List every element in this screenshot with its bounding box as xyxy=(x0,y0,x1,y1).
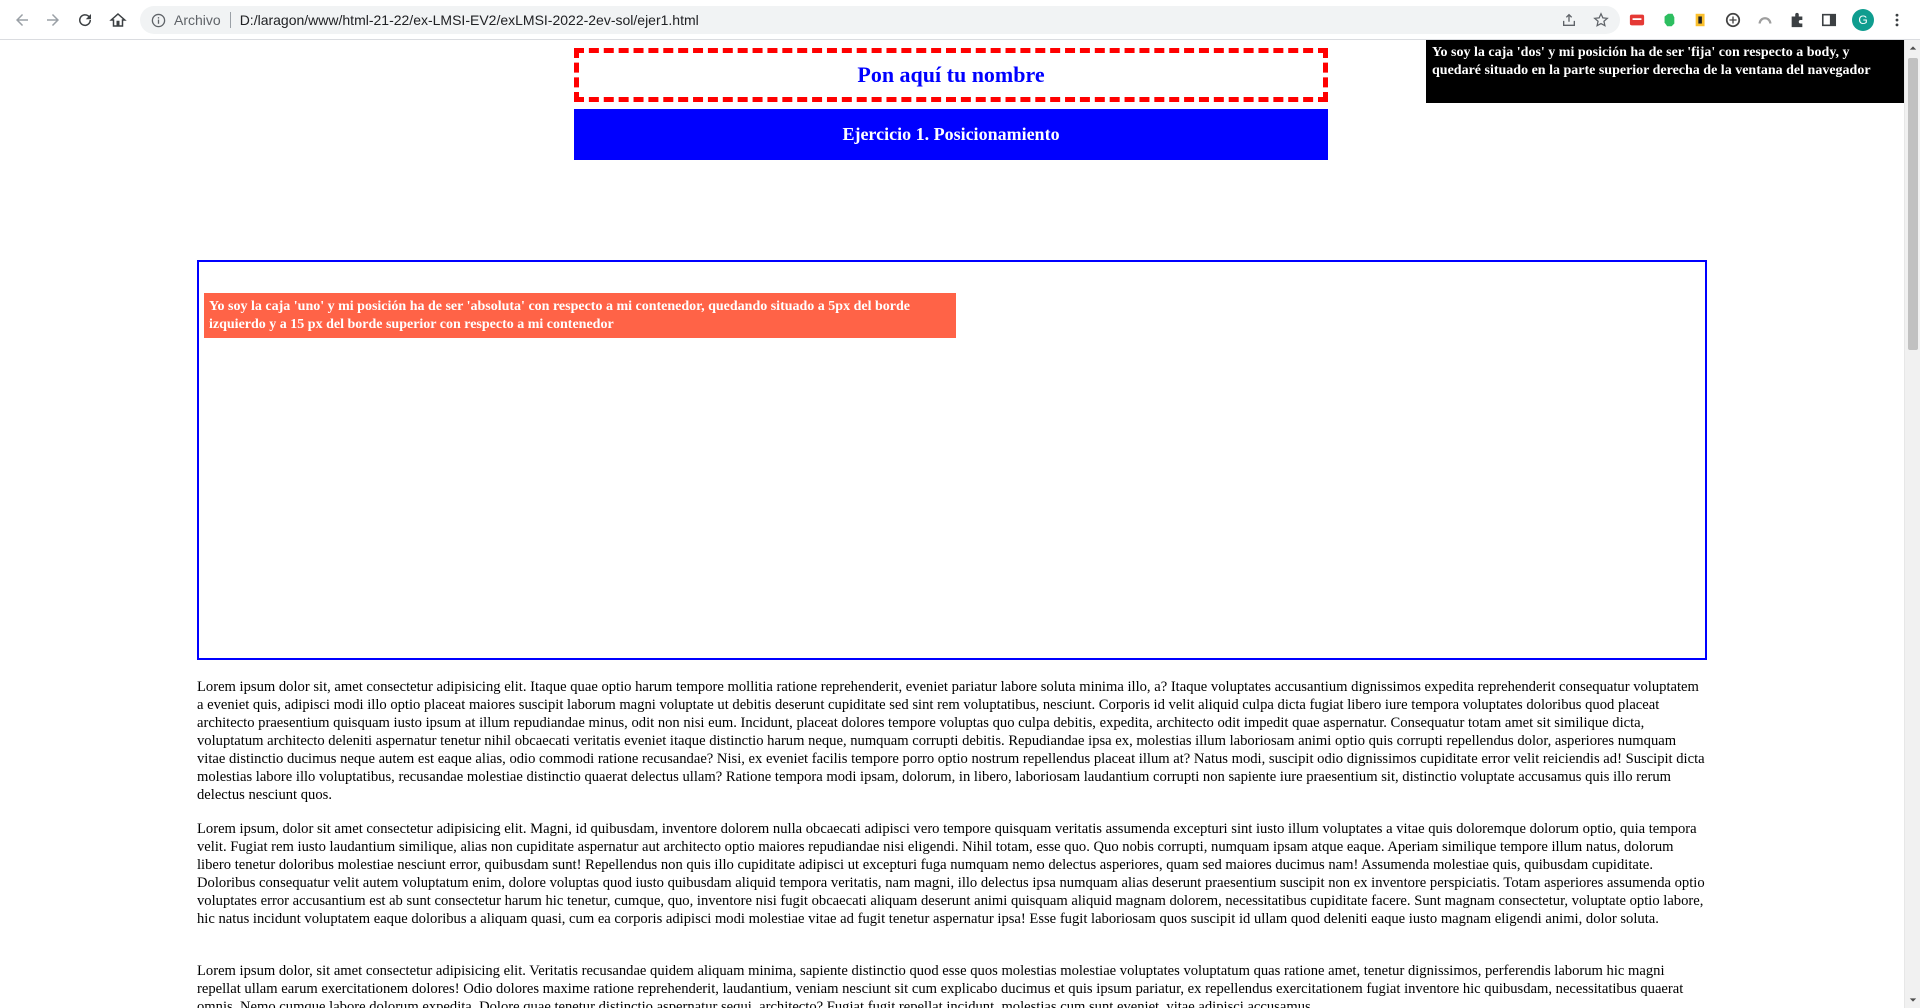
caja-uno: Yo soy la caja 'uno' y mi posición ha de… xyxy=(204,293,956,338)
paragraph: Lorem ipsum dolor sit, amet consectetur … xyxy=(197,679,1705,803)
scheme-label: Archivo xyxy=(174,12,221,28)
sidepanel-icon[interactable] xyxy=(1820,11,1838,29)
scroll-up-icon[interactable] xyxy=(1905,40,1920,56)
vertical-scrollbar[interactable] xyxy=(1904,40,1920,1008)
back-icon[interactable] xyxy=(10,8,34,32)
kebab-menu-icon[interactable] xyxy=(1888,11,1906,29)
name-title: Pon aquí tu nombre xyxy=(574,48,1328,102)
extension-red-icon[interactable] xyxy=(1628,11,1646,29)
scrollbar-thumb[interactable] xyxy=(1908,58,1918,350)
browser-toolbar: Archivo D:/laragon/www/html-21-22/ex-LMS… xyxy=(0,0,1920,40)
avatar[interactable]: G xyxy=(1852,9,1874,31)
share-icon[interactable] xyxy=(1560,11,1578,29)
exercise-header: Ejercicio 1. Posicionamiento xyxy=(574,109,1328,160)
info-icon[interactable] xyxy=(150,12,166,28)
reload-icon[interactable] xyxy=(73,8,97,32)
extension-yellow-icon[interactable] xyxy=(1692,11,1710,29)
scroll-down-icon[interactable] xyxy=(1905,992,1920,1008)
address-bar[interactable]: Archivo D:/laragon/www/html-21-22/ex-LMS… xyxy=(140,6,1620,34)
puzzle-icon[interactable] xyxy=(1788,11,1806,29)
extension-grey-icon[interactable] xyxy=(1724,11,1742,29)
caja-dos: Yo soy la caja 'dos' y mi posición ha de… xyxy=(1426,40,1904,103)
paragraph: Lorem ipsum, dolor sit amet consectetur … xyxy=(197,821,1705,927)
star-icon[interactable] xyxy=(1592,11,1610,29)
container-box: Yo soy la caja 'uno' y mi posición ha de… xyxy=(197,260,1707,660)
paragraph: Lorem ipsum dolor, sit amet consectetur … xyxy=(197,963,1684,1008)
extensions-area: G xyxy=(1628,8,1906,32)
browser-chrome: Archivo D:/laragon/www/html-21-22/ex-LMS… xyxy=(0,0,1920,40)
address-separator xyxy=(229,12,231,28)
url-text[interactable]: D:/laragon/www/html-21-22/ex-LMSI-EV2/ex… xyxy=(240,12,699,28)
home-icon[interactable] xyxy=(106,8,130,32)
evernote-icon[interactable] xyxy=(1660,11,1678,29)
page-viewport: Pon aquí tu nombre Ejercicio 1. Posicion… xyxy=(0,40,1904,1008)
forward-icon[interactable] xyxy=(41,8,65,32)
extension-arc-icon[interactable] xyxy=(1756,11,1774,29)
